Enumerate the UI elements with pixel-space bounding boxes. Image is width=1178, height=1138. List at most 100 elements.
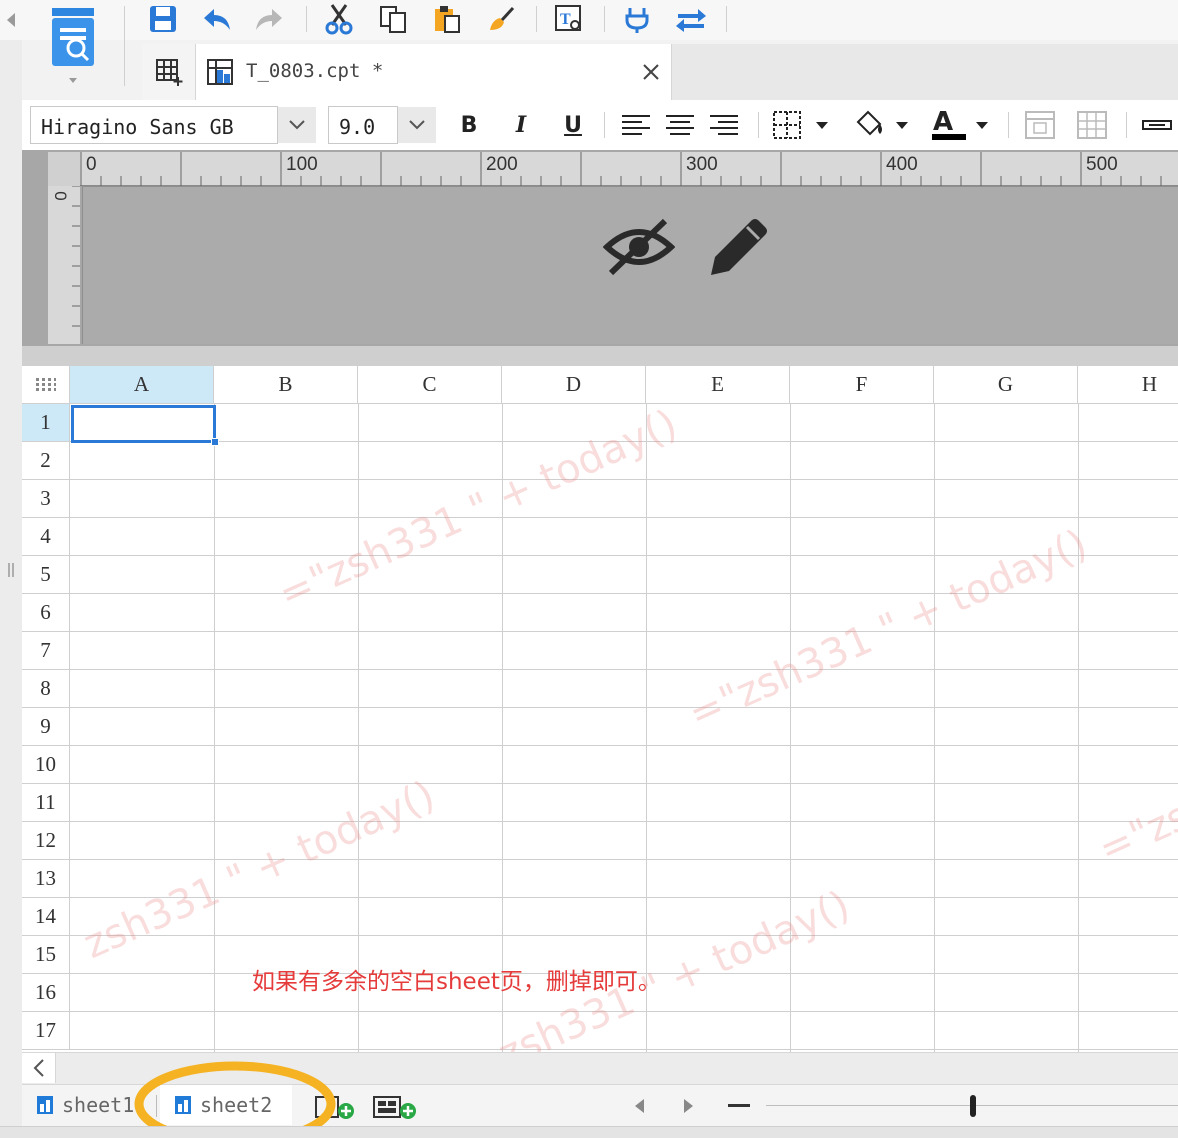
prev-sheet-button[interactable] [632,1097,646,1120]
switch-icon[interactable] [674,2,708,36]
fill-color-icon[interactable] [852,108,914,147]
plugin-icon[interactable] [620,2,654,36]
row-header[interactable]: 12 [22,822,70,860]
next-sheet-button[interactable] [682,1097,696,1120]
column-header[interactable]: F [790,366,934,404]
row-header[interactable]: 1 [22,404,70,442]
fill-handle[interactable] [211,438,219,446]
ruler-label: 200 [486,154,518,175]
status-bar [0,1126,1178,1138]
add-sheet-button[interactable] [312,1093,360,1126]
format-painter-icon[interactable] [484,2,518,36]
column-header[interactable]: A [70,366,214,404]
copy-icon[interactable] [376,2,410,36]
preview-button[interactable] [40,4,108,92]
watermark: ="zsh331 " + today() [682,520,1094,739]
undo-icon[interactable] [200,2,234,36]
row-header[interactable]: 3 [22,480,70,518]
column-header[interactable]: C [358,366,502,404]
svg-text:A: A [933,107,953,137]
underline-icon[interactable]: U [556,108,590,142]
sheet-icon [37,1096,53,1114]
new-template-button[interactable] [142,44,196,100]
align-left-icon[interactable] [620,110,652,145]
sheet-tab-sheet1[interactable]: sheet1 [22,1085,152,1125]
column-header[interactable]: D [502,366,646,404]
save-icon[interactable] [146,2,180,36]
merge-cells-icon[interactable] [1024,110,1056,145]
row-header[interactable]: 14 [22,898,70,936]
tab-file[interactable]: T_0803.cpt * [196,44,672,100]
font-size-select[interactable]: 9.0 [328,106,398,144]
scroll-left-button[interactable] [22,1053,56,1083]
selected-cell[interactable] [71,405,216,443]
align-right-icon[interactable] [708,110,740,145]
svg-text:T: T [560,11,571,28]
font-size-dropdown[interactable] [398,107,436,143]
text-preview-icon[interactable]: T [552,2,586,36]
align-center-icon[interactable] [664,110,696,145]
select-all-corner[interactable] [22,366,70,404]
top-toolbar: T [0,0,1178,86]
row-header[interactable]: 2 [22,442,70,480]
drag-handle-icon[interactable] [6,562,16,578]
row-header[interactable]: 6 [22,594,70,632]
column-header[interactable]: H [1078,366,1178,404]
tab-file-title: T_0803.cpt * [246,60,384,82]
column-header[interactable]: E [646,366,790,404]
row-header[interactable]: 7 [22,632,70,670]
font-family-dropdown[interactable] [278,107,316,143]
row-header[interactable]: 10 [22,746,70,784]
font-size-value: 9.0 [339,115,376,139]
horizontal-scrollbar[interactable] [22,1052,1178,1084]
page-header-region [82,186,1178,344]
ruler-label: 300 [686,154,718,175]
cut-icon[interactable] [322,2,356,36]
paste-icon[interactable] [430,2,464,36]
border-icon[interactable] [772,110,834,145]
row-header[interactable]: 4 [22,518,70,556]
ruler-label: 400 [886,154,918,175]
italic-icon[interactable]: I [504,108,538,142]
zoom-out-icon[interactable] [728,1104,750,1107]
add-sheet-icon [315,1096,354,1119]
redo-icon[interactable] [252,2,286,36]
report-file-icon [207,59,233,85]
more-tools-icon[interactable] [1140,110,1174,145]
preview-icon [52,8,94,83]
sheet-tab-sheet2[interactable]: sheet2 [160,1085,292,1125]
row-header[interactable]: 9 [22,708,70,746]
split-cells-icon[interactable] [1076,110,1108,145]
grid-add-icon [155,59,182,86]
sheet-tab-bar: sheet1 sheet2 [22,1084,1178,1126]
row-header[interactable]: 13 [22,860,70,898]
zoom-slider-thumb[interactable] [970,1095,976,1117]
font-color-icon[interactable]: A [930,106,992,147]
bold-icon[interactable]: B [452,108,486,142]
row-header[interactable]: 8 [22,670,70,708]
add-dashboard-sheet-button[interactable] [372,1093,420,1126]
column-header[interactable]: G [934,366,1078,404]
row-header[interactable]: 17 [22,1012,70,1050]
grid-dots-icon [35,377,56,391]
column-header[interactable]: B [214,366,358,404]
font-family-select[interactable]: Hiragino Sans GB [30,106,278,144]
row-header[interactable]: 15 [22,936,70,974]
sheet-tab-label: sheet1 [62,1093,135,1117]
chevron-down-icon [289,120,305,130]
collapse-left-icon[interactable] [0,0,22,40]
row-header[interactable]: 11 [22,784,70,822]
ruler-ticks [72,186,80,327]
row-header[interactable]: 16 [22,974,70,1012]
left-panel-strip[interactable] [0,40,22,1126]
sheet-icon [175,1096,191,1114]
hide-eye-icon[interactable] [603,215,675,279]
ruler-label: 100 [286,154,318,175]
close-tab-icon[interactable] [642,63,660,81]
format-bar: Hiragino Sans GB 9.0 B I U A [22,100,1178,150]
row-header[interactable]: 5 [22,556,70,594]
triangle-right-icon [684,1099,693,1113]
edit-pencil-icon[interactable] [703,213,773,279]
triangle-left-icon [635,1099,644,1113]
spreadsheet-grid[interactable]: A B C D E F G H 1 2 3 4 5 6 7 8 9 10 11 … [22,366,1178,1052]
